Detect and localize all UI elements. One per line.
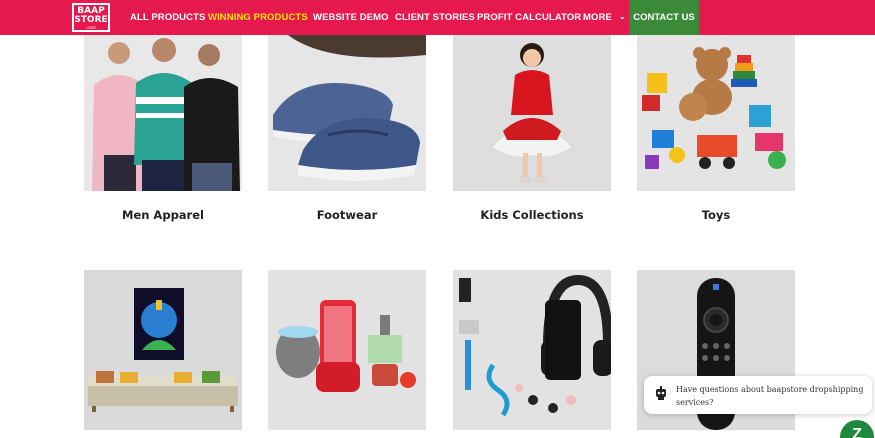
nav-profit-calculator[interactable]: PROFIT CALCULATOR [477,12,581,23]
chevron-down-icon[interactable]: ⌄ [619,12,626,21]
footwear-image [268,35,426,191]
top-navbar: BAAP STORE .com ALL PRODUCTS WINNING PRO… [0,0,875,35]
home-decor-image [84,270,242,430]
category-label-toys[interactable]: Toys [616,208,816,222]
logo-sub: .com [86,25,96,30]
category-card-electronics[interactable] [453,270,611,430]
baapstore-logo[interactable]: BAAP STORE .com [72,3,110,32]
page: BAAP STORE .com ALL PRODUCTS WINNING PRO… [0,0,875,438]
category-label-men-apparel[interactable]: Men Apparel [63,208,263,222]
category-card-men-apparel[interactable] [84,35,242,191]
category-card-home-decor[interactable] [84,270,242,430]
category-label-footwear[interactable]: Footwear [247,208,447,222]
logo-line-2: STORE [74,15,108,25]
kitchen-image [268,270,426,430]
robot-icon [656,386,666,400]
category-card-kids-collections[interactable] [453,35,611,191]
men-apparel-image [84,35,242,191]
category-card-footwear[interactable] [268,35,426,191]
toys-image [637,35,795,191]
nav-more[interactable]: MORE [583,12,612,23]
nav-all-products[interactable]: ALL PRODUCTS [130,12,205,23]
chat-bubble[interactable]: Have questions about baapstore dropshipp… [644,376,872,414]
category-label-kids-collections[interactable]: Kids Collections [432,208,632,222]
category-card-kitchen[interactable] [268,270,426,430]
nav-winning-products[interactable]: WINNING PRODUCTS [208,12,308,23]
kids-collections-image [453,35,611,191]
nav-website-demo[interactable]: WEBSITE DEMO [313,12,389,23]
chat-launcher-button[interactable]: Z [840,420,874,438]
contact-us-button[interactable]: CONTACT US [629,0,699,35]
category-card-toys[interactable] [637,35,795,191]
electronics-image [453,270,611,430]
nav-client-stories[interactable]: CLIENT STORIES [395,12,475,23]
chat-message: Have questions about baapstore dropshipp… [676,385,864,407]
